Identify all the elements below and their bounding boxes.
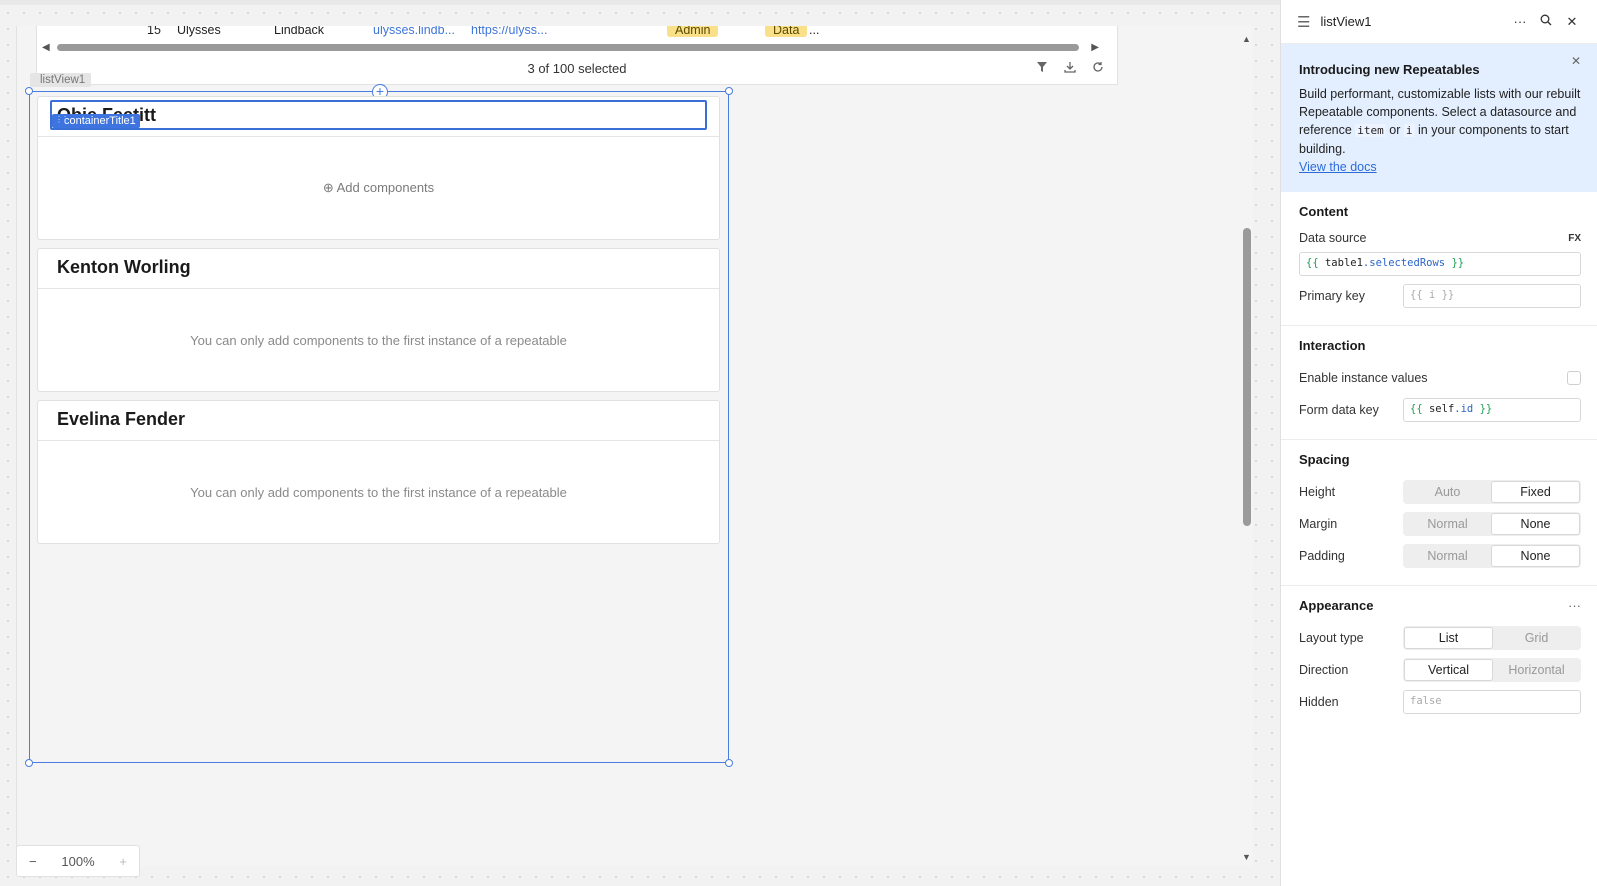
margin-toggle: Normal None [1403, 512, 1581, 536]
search-icon[interactable] [1535, 14, 1557, 29]
height-fixed-option[interactable]: Fixed [1491, 481, 1580, 503]
height-auto-option[interactable]: Auto [1404, 481, 1491, 503]
dismiss-icon[interactable]: ✕ [1571, 54, 1581, 68]
direction-toggle: Vertical Horizontal [1403, 658, 1581, 682]
form-data-key-label: Form data key [1299, 403, 1379, 417]
layout-type-toggle: List Grid [1403, 626, 1581, 650]
close-icon[interactable]: ✕ [1561, 14, 1583, 30]
appearance-section: Appearance ··· Layout type List Grid Dire… [1281, 586, 1597, 731]
enable-instance-values-label: Enable instance values [1299, 371, 1428, 385]
scroll-thumb[interactable] [1243, 228, 1251, 526]
inspector-header: ☰ listView1 ··· ✕ [1281, 0, 1597, 44]
container-title-badge[interactable]: containerTitle1 [52, 114, 140, 128]
component-name[interactable]: listView1 [1320, 14, 1505, 29]
card-title: Kenton Worling [38, 249, 719, 289]
hidden-input[interactable]: false [1403, 690, 1581, 714]
section-heading[interactable]: Appearance [1299, 598, 1373, 613]
direction-label: Direction [1299, 663, 1349, 677]
data-source-input[interactable]: {{ table1.selectedRows }} [1299, 252, 1581, 276]
inspector-panel: ☰ listView1 ··· ✕ ✕ Introducing new Repe… [1280, 0, 1597, 886]
card-body-note: You can only add components to the first… [190, 332, 567, 348]
fx-toggle[interactable]: FX [1568, 233, 1581, 244]
data-source-label: Data source [1299, 231, 1367, 245]
layout-type-label: Layout type [1299, 631, 1364, 645]
padding-toggle: Normal None [1403, 544, 1581, 568]
cell-email[interactable]: ulysses.lindb... [373, 26, 455, 37]
cell-role-tag: Admin [667, 26, 719, 37]
zoom-in-button[interactable]: + [119, 854, 127, 869]
cell-url[interactable]: https://ulyss... [471, 26, 547, 37]
hamburger-icon[interactable]: ☰ [1297, 13, 1310, 31]
zoom-control: − 100% + [16, 845, 140, 877]
primary-key-label: Primary key [1299, 289, 1365, 303]
padding-label: Padding [1299, 549, 1345, 563]
direction-horizontal-option[interactable]: Horizontal [1493, 659, 1580, 681]
horizontal-scrollbar[interactable]: ◀ ▶ [37, 40, 1117, 54]
layout-grid-option[interactable]: Grid [1493, 627, 1580, 649]
section-heading[interactable]: Content [1299, 204, 1581, 219]
height-label: Height [1299, 485, 1336, 499]
intro-banner: ✕ Introducing new Repeatables Build perf… [1281, 44, 1597, 192]
banner-text: Build performant, customizable lists wit… [1299, 87, 1581, 174]
cell-team-tag: Data [765, 26, 808, 37]
margin-label: Margin [1299, 517, 1338, 531]
scroll-left-icon[interactable]: ◀ [42, 42, 50, 53]
selection-count: 3 of 100 selected [527, 61, 627, 76]
filter-icon[interactable] [1035, 60, 1049, 74]
vertical-scrollbar[interactable]: ▲ ▼ [1241, 34, 1253, 862]
enable-instance-values-checkbox[interactable] [1567, 371, 1581, 385]
cell-last: Lindback [274, 26, 325, 37]
section-heading[interactable]: Spacing [1299, 452, 1581, 467]
resize-handle-tr[interactable] [725, 87, 733, 95]
add-components-button[interactable]: ⊕ Add components [323, 180, 434, 196]
section-heading[interactable]: Interaction [1299, 338, 1581, 353]
more-icon[interactable]: ··· [1509, 14, 1531, 29]
card-body-note: You can only add components to the first… [190, 484, 567, 500]
resize-handle-tl[interactable] [25, 87, 33, 95]
zoom-level[interactable]: 100% [61, 854, 94, 869]
spacing-section: Spacing Height Auto Fixed Margin Normal … [1281, 440, 1597, 586]
margin-none-option[interactable]: None [1491, 513, 1580, 535]
code-i: i [1403, 124, 1415, 137]
padding-none-option[interactable]: None [1491, 545, 1580, 567]
refresh-icon[interactable] [1091, 60, 1105, 74]
layout-list-option[interactable]: List [1404, 627, 1493, 649]
direction-vertical-option[interactable]: Vertical [1404, 659, 1493, 681]
repeatable-card[interactable]: Kenton Worling You can only add componen… [37, 248, 720, 392]
banner-heading: Introducing new Repeatables [1299, 62, 1480, 77]
docs-link[interactable]: View the docs [1299, 160, 1377, 174]
margin-normal-option[interactable]: Normal [1404, 513, 1491, 535]
card-title: Evelina Fender [38, 401, 719, 441]
resize-handle-bl[interactable] [25, 759, 33, 767]
container-title-editor[interactable] [50, 100, 707, 130]
cell-num: 15 [147, 26, 161, 37]
scroll-up-icon[interactable]: ▲ [1242, 34, 1251, 44]
cell-more: ... [809, 26, 820, 37]
code-item: item [1355, 124, 1386, 137]
content-section: Content Data source FX {{ table1.selecte… [1281, 192, 1597, 326]
scroll-right-icon[interactable]: ▶ [1091, 42, 1099, 53]
table1[interactable]: 15 Ulysses Lindback ulysses.lindb... htt… [36, 26, 1118, 85]
padding-normal-option[interactable]: Normal [1404, 545, 1491, 567]
more-icon[interactable]: ··· [1568, 598, 1581, 613]
scroll-thumb[interactable] [57, 44, 1079, 51]
height-toggle: Auto Fixed [1403, 480, 1581, 504]
interaction-section: Interaction Enable instance values Form … [1281, 326, 1597, 440]
cell-first: Ulysses [177, 26, 221, 37]
zoom-out-button[interactable]: − [29, 854, 37, 869]
repeatable-card[interactable]: Evelina Fender You can only add componen… [37, 400, 720, 544]
table-row[interactable]: 15 Ulysses Lindback ulysses.lindb... htt… [37, 26, 1117, 38]
form-data-key-input[interactable]: {{ self.id }} [1403, 398, 1581, 422]
primary-key-input[interactable]: {{ i }} [1403, 284, 1581, 308]
download-icon[interactable] [1063, 60, 1077, 74]
card-body[interactable]: ⊕ Add components [38, 137, 719, 239]
hidden-label: Hidden [1299, 695, 1339, 709]
scroll-down-icon[interactable]: ▼ [1242, 852, 1251, 862]
listview-label[interactable]: listView1 [30, 73, 92, 87]
resize-handle-br[interactable] [725, 759, 733, 767]
